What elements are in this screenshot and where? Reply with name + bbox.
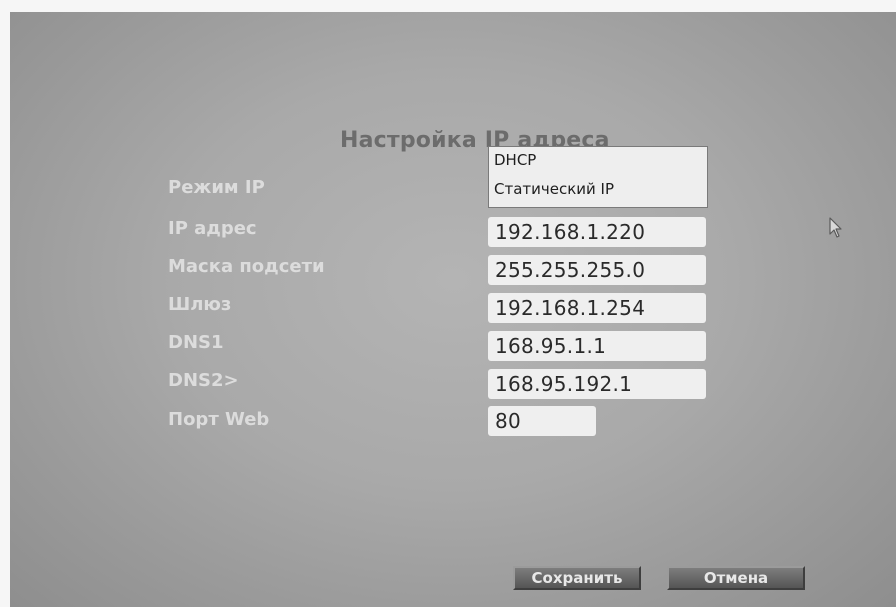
dns1-label: DNS1 <box>168 332 224 353</box>
subnet-mask-field[interactable]: 255.255.255.0 <box>488 255 706 285</box>
dns2-field[interactable]: 168.95.192.1 <box>488 369 706 399</box>
ip-mode-label: Режим IP <box>168 177 265 198</box>
dns2-label: DNS2> <box>168 370 239 391</box>
save-button[interactable]: Сохранить <box>513 566 641 590</box>
mouse-pointer-icon <box>829 217 842 238</box>
ip-settings-screen: Настройка IP адреса Режим IP IP адрес Ма… <box>10 12 896 607</box>
ip-address-label: IP адрес <box>168 218 257 239</box>
ip-address-field[interactable]: 192.168.1.220 <box>488 217 706 247</box>
web-port-label: Порт Web <box>168 409 270 430</box>
dns1-field[interactable]: 168.95.1.1 <box>488 331 706 361</box>
gateway-field[interactable]: 192.168.1.254 <box>488 293 706 323</box>
monitor-frame: Настройка IP адреса Режим IP IP адрес Ма… <box>0 0 896 607</box>
dropdown-option-dhcp[interactable]: DHCP <box>494 151 536 169</box>
cancel-button[interactable]: Отмена <box>667 566 805 590</box>
dropdown-option-static-ip[interactable]: Статический IP <box>494 180 614 198</box>
web-port-field[interactable]: 80 <box>488 406 596 436</box>
gateway-label: Шлюз <box>168 294 232 315</box>
subnet-mask-label: Маска подсети <box>168 256 325 277</box>
ip-mode-dropdown[interactable]: DHCP Статический IP <box>488 146 708 208</box>
